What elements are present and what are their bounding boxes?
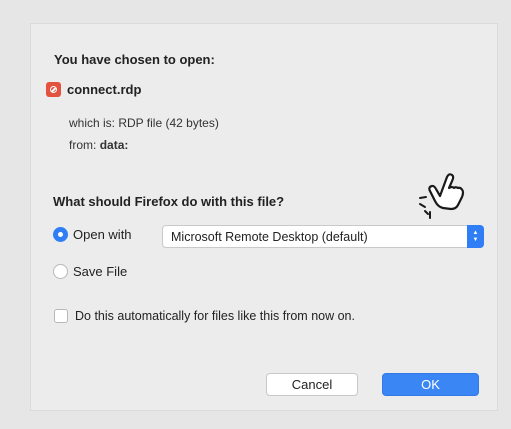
cancel-button[interactable]: Cancel — [266, 373, 358, 396]
select-stepper-icon[interactable]: ▲ ▼ — [467, 225, 484, 248]
action-question: What should Firefox do with this file? — [53, 194, 285, 209]
application-select-value: Microsoft Remote Desktop (default) — [171, 229, 368, 244]
save-file-option[interactable]: Save File — [53, 264, 127, 279]
rdp-file-icon — [46, 82, 61, 97]
open-with-option[interactable]: Open with — [53, 227, 132, 242]
from-label: from: — [69, 138, 97, 152]
auto-action-checkbox[interactable] — [54, 309, 68, 323]
open-with-label: Open with — [73, 227, 132, 242]
download-dialog: You have chosen to open: connect.rdp whi… — [30, 23, 498, 411]
file-type: which is: RDP file (42 bytes) — [69, 116, 219, 130]
auto-action-option[interactable]: Do this automatically for files like thi… — [54, 309, 355, 323]
open-with-radio[interactable] — [53, 227, 68, 242]
file-row: connect.rdp — [46, 82, 141, 97]
file-source: from: data: — [69, 138, 128, 152]
dialog-header: You have chosen to open: — [54, 52, 215, 67]
file-name: connect.rdp — [67, 82, 142, 97]
application-select[interactable]: Microsoft Remote Desktop (default) ▲ ▼ — [162, 225, 484, 248]
auto-action-label: Do this automatically for files like thi… — [75, 309, 355, 323]
ok-button[interactable]: OK — [382, 373, 479, 396]
from-value: data: — [99, 138, 129, 152]
save-file-radio[interactable] — [53, 264, 68, 279]
save-file-label: Save File — [73, 264, 128, 279]
hand-pointer-icon — [419, 173, 465, 219]
